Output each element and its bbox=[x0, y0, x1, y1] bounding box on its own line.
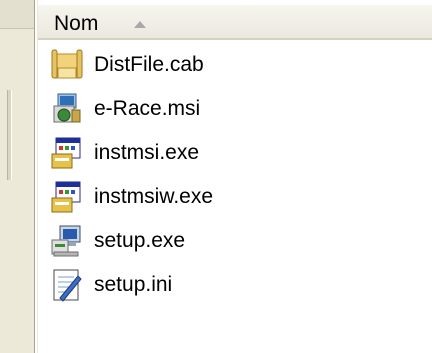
navigation-pane-edge bbox=[0, 0, 34, 353]
file-list: DistFile.cab e-Race.msi instmsi.exe inst… bbox=[38, 46, 432, 310]
installer-package-icon bbox=[50, 92, 84, 126]
cabinet-archive-icon bbox=[50, 48, 84, 82]
file-item-setup-exe[interactable]: setup.exe bbox=[38, 222, 432, 266]
file-item-e-race-msi[interactable]: e-Race.msi bbox=[38, 90, 432, 134]
file-name: instmsiw.exe bbox=[94, 185, 214, 208]
file-name: e-Race.msi bbox=[94, 97, 201, 120]
splitter-grip[interactable] bbox=[7, 90, 12, 180]
file-name: setup.ini bbox=[94, 273, 173, 296]
file-name: setup.exe bbox=[94, 229, 186, 252]
file-name: instmsi.exe bbox=[94, 141, 200, 164]
config-file-icon bbox=[50, 268, 84, 302]
sort-ascending-icon bbox=[134, 21, 146, 28]
file-item-distfile-cab[interactable]: DistFile.cab bbox=[38, 46, 432, 90]
file-name: DistFile.cab bbox=[94, 53, 204, 76]
setup-computer-icon bbox=[50, 224, 84, 258]
file-item-instmsi-exe[interactable]: instmsi.exe bbox=[38, 134, 432, 178]
file-item-instmsiw-exe[interactable]: instmsiw.exe bbox=[38, 178, 432, 222]
column-header-name[interactable]: Nom bbox=[38, 4, 432, 40]
setup-program-icon bbox=[50, 136, 84, 170]
column-header-label: Nom bbox=[54, 12, 99, 35]
pane-segment bbox=[0, 0, 34, 29]
file-item-setup-ini[interactable]: setup.ini bbox=[38, 266, 432, 310]
setup-program-icon bbox=[50, 180, 84, 214]
